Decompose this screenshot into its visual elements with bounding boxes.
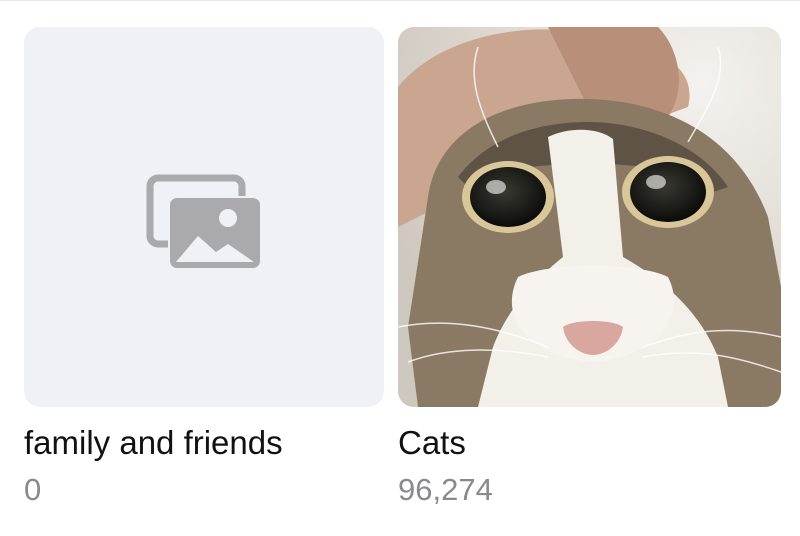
album-title: family and friends [24, 424, 283, 461]
album-cats[interactable]: Cats 96,274 [398, 27, 781, 507]
photo-stack-icon [146, 174, 262, 270]
album-family-and-friends[interactable]: family and friends 0 [24, 27, 384, 507]
album-photo-count: 0 [24, 472, 42, 507]
top-divider [0, 0, 800, 1]
cat-photo [398, 27, 781, 407]
album-title: Cats [398, 424, 466, 461]
album-photo-count: 96,274 [398, 472, 493, 507]
album-thumbnail-cat-photo[interactable] [398, 27, 781, 407]
album-thumbnail-empty[interactable] [24, 27, 384, 407]
